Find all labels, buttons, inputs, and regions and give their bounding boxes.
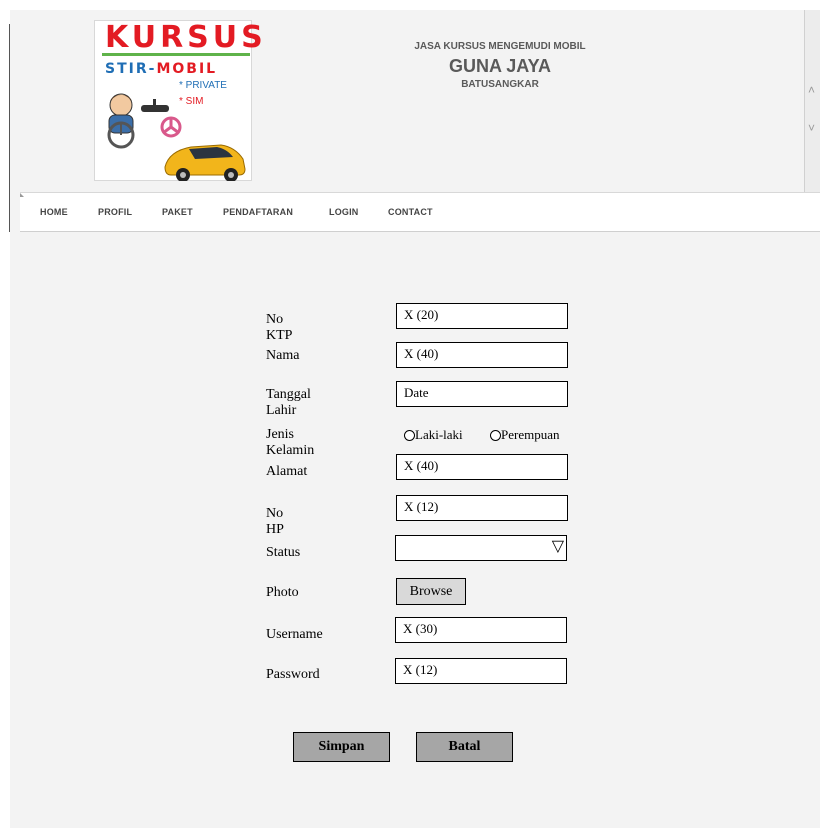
nav-paket[interactable]: PAKET xyxy=(162,207,193,217)
steering-wheel-icon xyxy=(160,116,182,138)
nav-login[interactable]: LOGIN xyxy=(329,207,359,217)
nama-input[interactable]: X (40) xyxy=(396,342,568,368)
radio-perempuan[interactable]: Perempuan xyxy=(490,427,559,443)
nav-pendaftaran[interactable]: PENDAFTARAN xyxy=(223,207,293,217)
username-input[interactable]: X (30) xyxy=(395,617,567,643)
site-city: BATUSANGKAR xyxy=(461,79,539,90)
label-no-ktp: No KTP xyxy=(266,312,293,343)
site-name: GUNA JAYA xyxy=(448,56,552,76)
label-photo: Photo xyxy=(266,585,299,600)
site-title-block: JASA KURSUS MENGEMUDI MOBIL GUNA JAYA BA… xyxy=(330,40,670,92)
label-tanggal-lahir: Tanggal Lahir xyxy=(266,387,311,418)
simpan-button[interactable]: Simpan xyxy=(293,732,390,762)
header-scrollbar[interactable]: ˄ ˅ xyxy=(804,10,820,192)
main-nav: HOME PROFIL PAKET PENDAFTARAN LOGIN CONT… xyxy=(20,192,820,232)
logo-divider xyxy=(102,53,250,56)
batal-button[interactable]: Batal xyxy=(416,732,513,762)
radio-perempuan-label: Perempuan xyxy=(501,427,560,442)
alamat-input[interactable]: X (40) xyxy=(396,454,568,480)
no-hp-input[interactable]: X (12) xyxy=(396,495,568,521)
site-tagline: JASA KURSUS MENGEMUDI MOBIL xyxy=(414,41,586,52)
label-no-hp: No HP xyxy=(266,506,284,537)
logo-subtitle-b: MOBIL xyxy=(156,61,218,77)
site-logo[interactable]: KURSUS STIR-MOBIL * PRIVATE * SIM xyxy=(94,20,267,181)
status-select[interactable]: ▽ xyxy=(395,535,567,561)
browse-button[interactable]: Browse xyxy=(396,578,466,605)
chevron-up-icon[interactable]: ˄ xyxy=(808,84,815,96)
select-triangle-icon[interactable]: ▽ xyxy=(552,538,564,556)
label-password: Password xyxy=(266,667,320,682)
label-jenis-kelamin: Jenis Kelamin xyxy=(266,427,315,458)
radio-circle-icon[interactable] xyxy=(490,430,501,441)
mirror-illustration xyxy=(141,99,169,112)
password-input[interactable]: X (12) xyxy=(395,658,567,684)
car-illustration xyxy=(164,144,246,181)
no-ktp-input[interactable]: X (20) xyxy=(396,303,568,329)
logo-subtitle: STIR-MOBIL xyxy=(105,60,217,78)
tanggal-lahir-input[interactable]: Date xyxy=(396,381,568,407)
nav-corner xyxy=(20,193,24,197)
radio-circle-icon[interactable] xyxy=(404,430,415,441)
logo-title: KURSUS xyxy=(105,20,267,55)
chevron-down-icon[interactable]: ˅ xyxy=(808,122,815,134)
nav-home[interactable]: HOME xyxy=(40,207,68,217)
label-username: Username xyxy=(266,627,323,642)
nav-contact[interactable]: CONTACT xyxy=(388,207,433,217)
logo-subtitle-a: STIR- xyxy=(105,61,157,77)
label-status: Status xyxy=(266,545,301,560)
nav-profil[interactable]: PROFIL xyxy=(98,207,132,217)
driver-car-illustration xyxy=(107,93,246,181)
label-alamat: Alamat xyxy=(266,464,308,479)
radio-laki-laki-label: Laki-laki xyxy=(415,427,463,442)
label-nama: Nama xyxy=(266,348,300,363)
radio-laki-laki[interactable]: Laki-laki xyxy=(404,427,463,443)
driver-illustration xyxy=(107,93,135,149)
